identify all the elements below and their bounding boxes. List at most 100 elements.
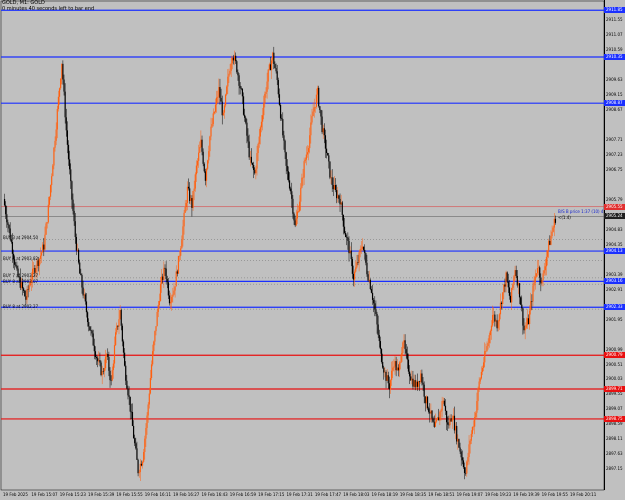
candle-body	[515, 270, 517, 276]
candle-body	[84, 294, 86, 302]
candle-body	[10, 239, 12, 243]
candle-body	[278, 94, 281, 105]
candle-body	[74, 221, 76, 238]
candle-body	[474, 417, 476, 427]
candle-body	[244, 114, 246, 118]
candle-body	[213, 111, 215, 114]
candle-body	[91, 330, 93, 334]
candle-body	[189, 188, 191, 201]
candle-body	[352, 273, 355, 280]
candle-body	[300, 187, 302, 202]
order-label[interactable]: BUY 4 at 2903.82	[3, 256, 38, 261]
price-chart[interactable]	[0, 0, 625, 500]
candle-body	[171, 296, 173, 302]
candle-body	[138, 472, 140, 474]
order-label[interactable]: BUY 7 at 2903.27	[3, 273, 38, 278]
price-tag: 2902.33	[604, 304, 625, 311]
candle-body	[414, 380, 416, 388]
candle-body	[108, 356, 110, 371]
candle-body	[81, 275, 83, 288]
candle-body	[181, 240, 183, 249]
candle-body	[511, 287, 513, 303]
candle-body	[158, 300, 160, 306]
candle-body	[273, 52, 275, 65]
candle-body	[449, 418, 451, 426]
price-tag: 2898.75	[604, 415, 625, 422]
candle-body	[274, 64, 276, 69]
candle-body	[475, 412, 477, 418]
candle-body	[347, 237, 349, 241]
candle-body	[46, 222, 48, 224]
candle-body	[477, 388, 479, 402]
time-axis-label: 19 Feb 18:51	[428, 492, 455, 497]
chart-window[interactable]: GOLD, M1: GOLD 0 minutes 40 seconds left…	[0, 0, 625, 500]
candle-body	[258, 136, 260, 144]
candle-body	[551, 231, 553, 237]
candle-body	[304, 159, 306, 162]
candle-body	[40, 252, 43, 256]
order-label[interactable]: BUY 8 at 2902.27	[3, 304, 38, 309]
candle-body	[27, 289, 29, 290]
candle-body	[357, 262, 359, 263]
candle-body	[157, 305, 159, 312]
candle-body	[129, 396, 131, 412]
candle-body	[6, 214, 8, 223]
candle-body	[450, 418, 452, 422]
candle-body	[430, 410, 432, 414]
candle-body	[260, 121, 263, 128]
candle-body	[376, 313, 378, 325]
candle-body	[268, 64, 270, 70]
candle-body	[231, 57, 233, 64]
candle-body	[16, 265, 18, 269]
candle-body	[140, 463, 143, 466]
candle-body	[239, 85, 241, 89]
candle-body	[294, 220, 296, 226]
candle-body	[469, 440, 471, 445]
time-axis-label: 19 Feb 19:07	[456, 492, 483, 497]
price-tag: 2899.71	[604, 385, 625, 392]
candle-body	[110, 380, 112, 381]
candle-body	[480, 371, 482, 379]
candle-body	[507, 281, 509, 288]
candle-body	[493, 314, 495, 316]
candle-body	[226, 86, 228, 95]
candle-body	[48, 196, 51, 205]
candle-body	[145, 427, 147, 439]
candle-body	[394, 361, 396, 367]
candle-body	[172, 294, 174, 297]
candle-body	[461, 457, 463, 461]
candle-body	[44, 234, 46, 250]
candle-body	[483, 362, 485, 369]
signal-annotation: B/S B price 1:37 (10) 4	[558, 208, 604, 214]
candle-body	[135, 443, 137, 449]
candle-body	[417, 381, 420, 387]
candle-body	[468, 444, 470, 458]
candle-body	[535, 273, 537, 277]
candle-body	[240, 88, 242, 89]
candle-body	[524, 327, 526, 331]
order-label[interactable]: BUY 8 at 2903.07	[3, 279, 38, 284]
candle-body	[413, 380, 415, 387]
candle-body	[214, 104, 217, 112]
candle-body	[113, 345, 116, 364]
candle-body	[54, 140, 56, 148]
candle-body	[422, 382, 424, 385]
candle-body	[66, 130, 68, 145]
candle-body	[164, 267, 166, 269]
candle-body	[433, 421, 435, 427]
candle-body	[444, 405, 447, 411]
candle-body	[223, 105, 226, 113]
candle-body	[334, 185, 337, 191]
candle-body	[378, 335, 380, 342]
candle-body	[196, 160, 199, 166]
candle-body	[395, 361, 397, 371]
order-label[interactable]: BUY 3 at 2904.50	[3, 235, 38, 240]
candle-body	[504, 284, 506, 287]
candle-body	[146, 415, 148, 428]
candle-body	[247, 135, 249, 142]
candle-body	[201, 139, 203, 152]
candle-body	[178, 255, 181, 257]
candle-body	[52, 165, 54, 177]
candle-body	[70, 169, 72, 182]
candle-body	[193, 188, 195, 191]
